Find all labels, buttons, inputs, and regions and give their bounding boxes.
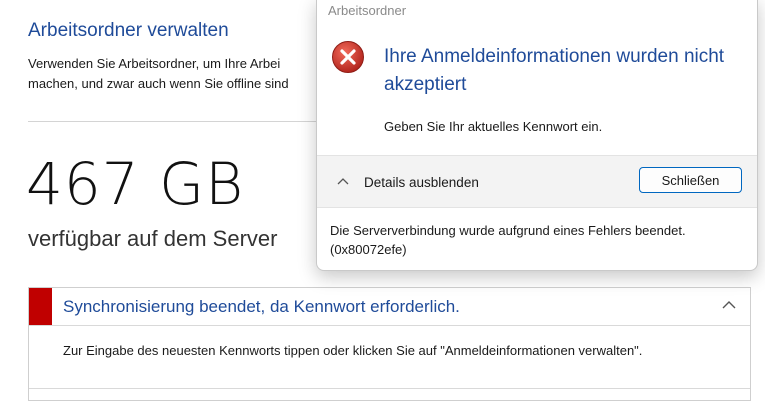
page-title: Arbeitsordner verwalten — [28, 20, 229, 41]
page-description-line: machen, und zwar auch wenn Sie offline s… — [28, 76, 289, 91]
divider — [28, 121, 328, 122]
error-code: (0x80072efe) — [330, 242, 407, 257]
sync-status-title: Synchronisierung beendet, da Kennwort er… — [63, 297, 460, 316]
divider — [29, 388, 750, 389]
details-toggle-label: Details ausblenden — [364, 174, 479, 190]
chevron-up-icon — [337, 178, 349, 185]
sync-status-header[interactable]: Synchronisierung beendet, da Kennwort er… — [29, 288, 750, 326]
close-button[interactable]: Schließen — [639, 167, 742, 193]
dialog-caption: Arbeitsordner — [328, 3, 407, 18]
capacity-value: 467 GB — [26, 150, 245, 218]
error-details-text: Die Serververbindung wurde aufgrund eine… — [330, 223, 686, 238]
page-description-line: Verwenden Sie Arbeitsordner, um Ihre Arb… — [28, 56, 281, 71]
details-toggle[interactable]: Details ausblenden — [335, 172, 479, 192]
sync-status-panel: Synchronisierung beendet, da Kennwort er… — [28, 287, 751, 401]
page-description: Verwenden Sie Arbeitsordner, um Ihre Arb… — [28, 54, 318, 94]
error-status-bar — [29, 288, 52, 325]
dialog-heading: Ihre Anmeldeinformationen wurden nicht a… — [384, 46, 725, 95]
capacity-label: verfügbar auf dem Server — [28, 226, 278, 251]
dialog-footer: Details ausblenden Schließen — [317, 155, 757, 208]
error-icon — [332, 41, 364, 73]
error-details: Die Serververbindung wurde aufgrund eine… — [330, 221, 750, 259]
chevron-up-icon[interactable] — [720, 298, 738, 312]
dialog-message: Geben Sie Ihr aktuelles Kennwort ein. — [384, 119, 603, 134]
sync-status-message: Zur Eingabe des neuesten Kennworts tippe… — [63, 343, 643, 358]
error-dialog: Arbeitsordner Ihre Anmeldeinformationen … — [316, 0, 758, 271]
